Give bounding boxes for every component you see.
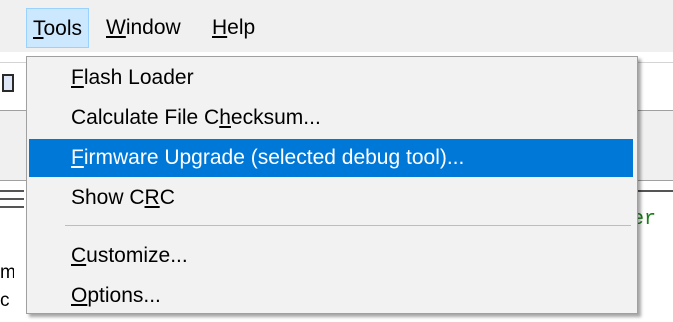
splitter-line [0, 190, 24, 192]
menu-item-firmware-upgrade[interactable]: Firmware Upgrade (selected debug tool)..… [29, 139, 633, 177]
splitter-line [638, 190, 673, 192]
left-text-fragment: c [0, 290, 10, 311]
item-accelerator: C [71, 244, 87, 267]
item-label: lash Loader [83, 66, 194, 89]
menu-item-flash-loader[interactable]: Flash Loader [29, 59, 633, 97]
menu-window[interactable]: Window [100, 8, 187, 48]
menu-tools[interactable]: Tools [26, 8, 90, 48]
menu-accelerator: W [106, 16, 126, 39]
item-label: ptions... [87, 284, 161, 307]
item-label: ustomize... [86, 244, 188, 267]
menu-item-customize[interactable]: Customize... [29, 237, 633, 275]
menu-label: elp [227, 16, 256, 39]
menu-label: indow [125, 16, 181, 39]
menu-separator [65, 225, 631, 226]
menu-item-options[interactable]: Options... [29, 277, 633, 315]
item-label: irmware Upgrade (selected debug tool)... [83, 146, 465, 169]
item-accelerator: h [219, 106, 231, 129]
item-accelerator: F [71, 66, 84, 89]
code-text-fragment: er [632, 208, 657, 231]
item-label: Calculate File C [71, 106, 220, 129]
menu-bar: Tools Window Help [0, 0, 673, 52]
item-label: C [159, 186, 175, 209]
menu-accelerator: H [212, 16, 228, 39]
item-accelerator: O [71, 284, 88, 307]
menu-help[interactable]: Help [206, 8, 261, 48]
item-accelerator: R [144, 186, 160, 209]
item-label: Show C [71, 186, 145, 209]
tools-dropdown-menu: Flash Loader Calculate File Checksum... … [26, 56, 638, 314]
menu-item-show-crc[interactable]: Show CRC [29, 179, 633, 217]
left-text-fragment: m [0, 262, 14, 283]
splitter-line [0, 206, 24, 208]
menu-item-calculate-checksum[interactable]: Calculate File Checksum... [29, 99, 633, 137]
item-accelerator: F [71, 146, 84, 169]
item-label: ecksum... [230, 106, 321, 129]
menu-label: ools [43, 17, 83, 40]
document-icon [2, 74, 14, 92]
menu-accelerator: T [33, 17, 44, 40]
splitter-line [0, 198, 24, 200]
